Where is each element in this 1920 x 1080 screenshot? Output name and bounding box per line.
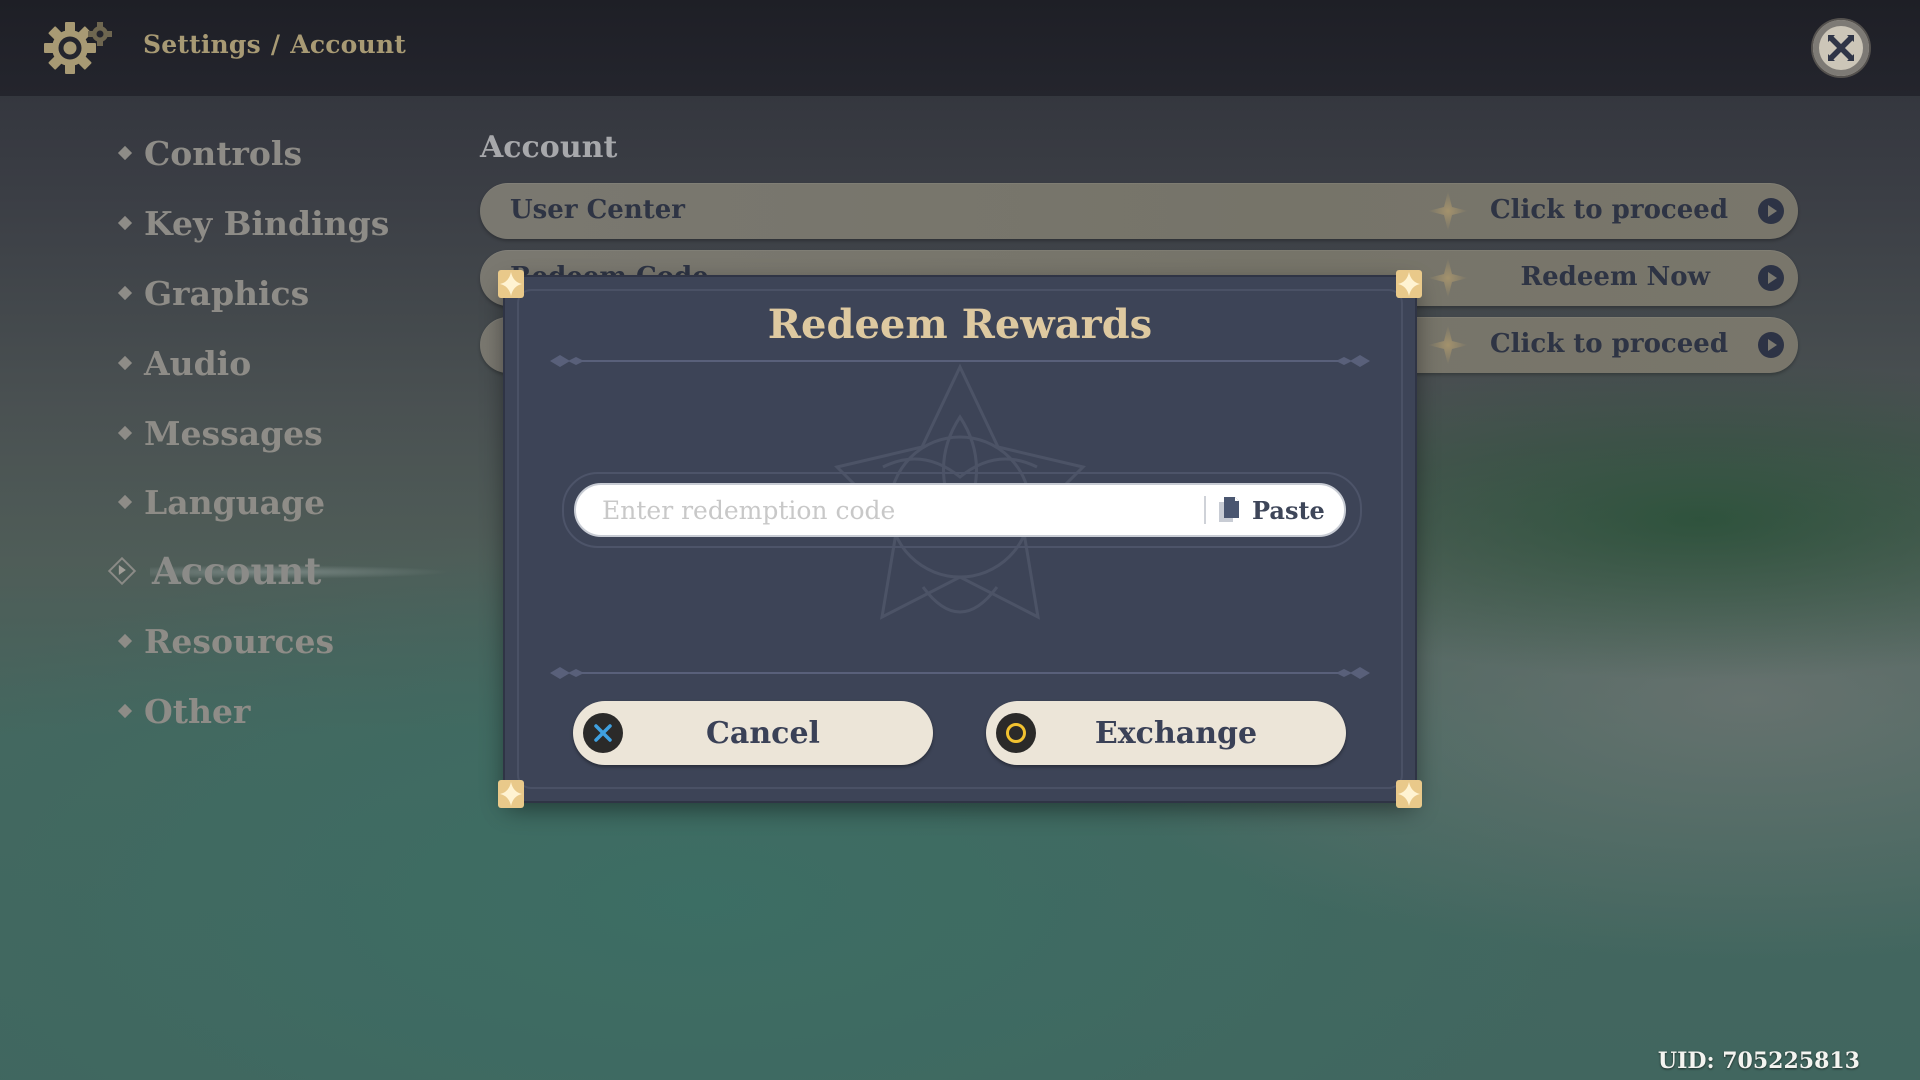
diamond-bullet-icon <box>117 494 133 510</box>
diamond-bullet-icon <box>117 285 133 301</box>
diamond-bullet-icon <box>117 425 133 441</box>
sidebar-item-label: Key Bindings <box>144 203 390 243</box>
bottom-divider <box>550 667 1370 679</box>
diamond-bullet-icon <box>117 703 133 719</box>
sidebar-item-label: Graphics <box>144 273 310 313</box>
paste-label: Paste <box>1252 495 1325 525</box>
selected-diamond-icon <box>107 556 137 586</box>
corner-ornament-icon <box>498 270 524 298</box>
diamond-bullet-icon <box>117 215 133 231</box>
breadcrumb-settings[interactable]: Settings <box>143 30 261 59</box>
sparkle-icon <box>1428 258 1468 298</box>
diamond-bullet-icon <box>117 355 133 371</box>
sidebar-item-audio[interactable]: Audio <box>116 338 251 388</box>
exchange-button[interactable]: Exchange <box>986 701 1346 765</box>
section-title: Account <box>480 130 618 165</box>
paste-button[interactable]: Paste <box>1218 496 1325 525</box>
breadcrumb-account: Account <box>290 30 407 59</box>
sidebar-item-label: Messages <box>144 413 323 453</box>
sidebar-item-other[interactable]: Other <box>116 686 250 736</box>
sidebar-item-messages[interactable]: Messages <box>116 408 323 458</box>
clipboard-icon <box>1219 497 1239 522</box>
sidebar-item-label: Controls <box>144 133 303 173</box>
sparkle-icon <box>1428 191 1468 231</box>
diamond-bullet-icon <box>117 145 133 161</box>
sidebar-item-label: Account <box>152 549 322 593</box>
sidebar-item-label: Language <box>144 482 326 522</box>
exchange-label: Exchange <box>1094 715 1258 751</box>
diamond-bullet-icon <box>117 633 133 649</box>
row-action: Click to proceed <box>1489 329 1728 359</box>
cancel-button[interactable]: Cancel <box>573 701 933 765</box>
row-label: User Center <box>510 195 685 225</box>
top-divider <box>550 355 1370 367</box>
uid-label: UID: 705225813 <box>1657 1048 1860 1074</box>
gear-icon <box>44 22 112 74</box>
sidebar-item-label: Resources <box>144 621 335 661</box>
sidebar-item-controls[interactable]: Controls <box>116 128 302 178</box>
input-separator <box>1204 496 1206 524</box>
arrow-right-icon <box>1758 332 1784 358</box>
redemption-code-field: Paste <box>574 483 1346 537</box>
breadcrumb-separator: / <box>270 30 281 59</box>
arrow-right-icon <box>1758 265 1784 291</box>
dialog-title: Redeem Rewards <box>767 301 1153 348</box>
sidebar-item-label: Audio <box>144 343 252 383</box>
sidebar-item-language[interactable]: Language <box>116 477 325 527</box>
row-action: Redeem Now <box>1520 262 1710 292</box>
sidebar-item-resources[interactable]: Resources <box>116 616 334 666</box>
redeem-rewards-dialog: Redeem Rewards Paste <box>498 270 1422 808</box>
user-center-row[interactable]: User Center Click to proceed <box>480 183 1798 239</box>
sidebar-item-graphics[interactable]: Graphics <box>116 268 309 318</box>
row-action: Click to proceed <box>1489 195 1728 225</box>
corner-ornament-icon <box>1396 270 1422 298</box>
breadcrumb: Settings / Account <box>143 30 406 59</box>
sidebar-item-key-bindings[interactable]: Key Bindings <box>116 198 389 248</box>
cancel-label: Cancel <box>706 715 820 751</box>
corner-ornament-icon <box>498 780 524 808</box>
corner-ornament-icon <box>1396 780 1422 808</box>
close-button[interactable] <box>1813 20 1869 76</box>
top-bar: Settings / Account <box>0 0 1920 96</box>
code-input-frame: Paste <box>562 472 1362 548</box>
close-icon <box>1828 35 1854 61</box>
redemption-code-input[interactable] <box>600 494 1184 526</box>
arrow-right-icon <box>1758 198 1784 224</box>
sparkle-icon <box>1428 325 1468 365</box>
sidebar-item-label: Other <box>144 691 251 731</box>
sidebar-item-account[interactable]: Account <box>107 546 322 596</box>
